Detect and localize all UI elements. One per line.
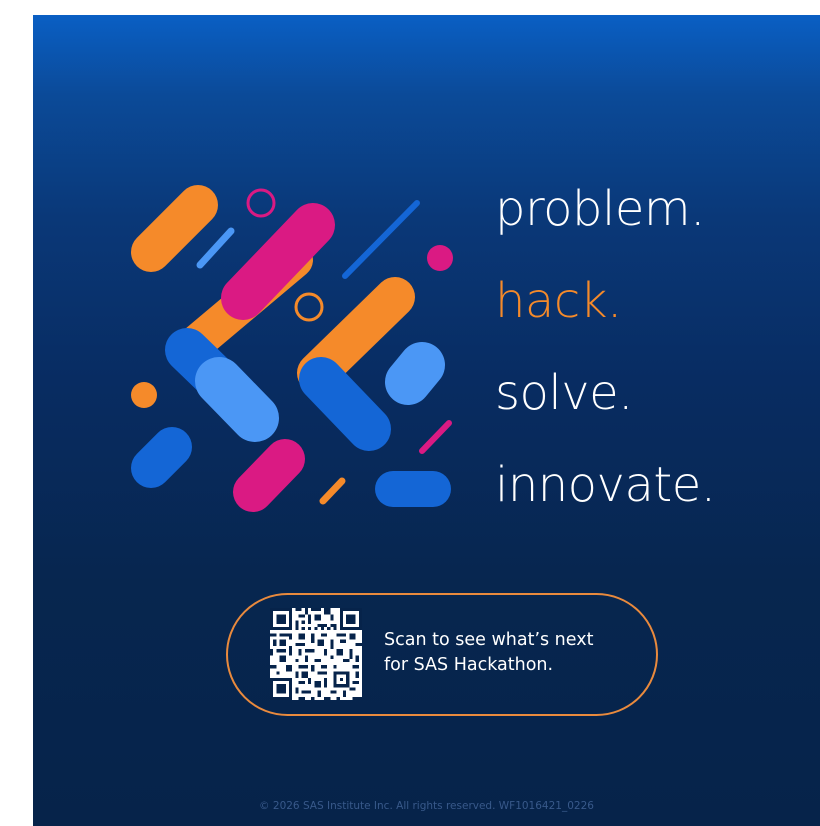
qr-callout[interactable]: Scan to see what’s next for SAS Hackatho…: [226, 593, 658, 716]
magenta-dot: [427, 245, 453, 271]
magenta-pill-bottom: [233, 439, 305, 512]
tagline-stack: problem. hack. solve. innovate.: [495, 185, 815, 553]
hackathon-poster: problem. hack. solve. innovate. Scan to …: [33, 15, 820, 826]
orange-ring-mid: [294, 292, 324, 322]
orange-dot: [131, 382, 157, 408]
blue-thin-line: [342, 200, 420, 279]
blue-pill-bottom-left: [131, 427, 192, 488]
tagline-problem: problem.: [495, 181, 705, 237]
tagline-hack: hack.: [495, 273, 622, 329]
light-blue-dash-left: [196, 227, 235, 269]
copyright-notice: © 2026 SAS Institute Inc. All rights res…: [259, 800, 594, 812]
magenta-dash-right: [419, 420, 452, 454]
qr-callout-text: Scan to see what’s next for SAS Hackatho…: [384, 628, 644, 678]
qr-callout-line-1: Scan to see what’s next: [384, 630, 594, 650]
tagline-solve: solve.: [495, 365, 633, 421]
qr-code-icon[interactable]: [270, 608, 362, 700]
tagline-innovate: innovate.: [495, 457, 716, 513]
orange-dash-bottom: [319, 477, 346, 505]
orange-pill-top-left: [131, 185, 218, 272]
qr-callout-line-2: for SAS Hackathon.: [384, 655, 554, 675]
light-blue-pill-mid: [195, 357, 279, 442]
magenta-pill-top: [221, 203, 335, 320]
light-blue-pill-right: [385, 342, 445, 405]
blue-pill-mid-right: [299, 357, 391, 451]
magenta-ring-top: [246, 188, 276, 218]
